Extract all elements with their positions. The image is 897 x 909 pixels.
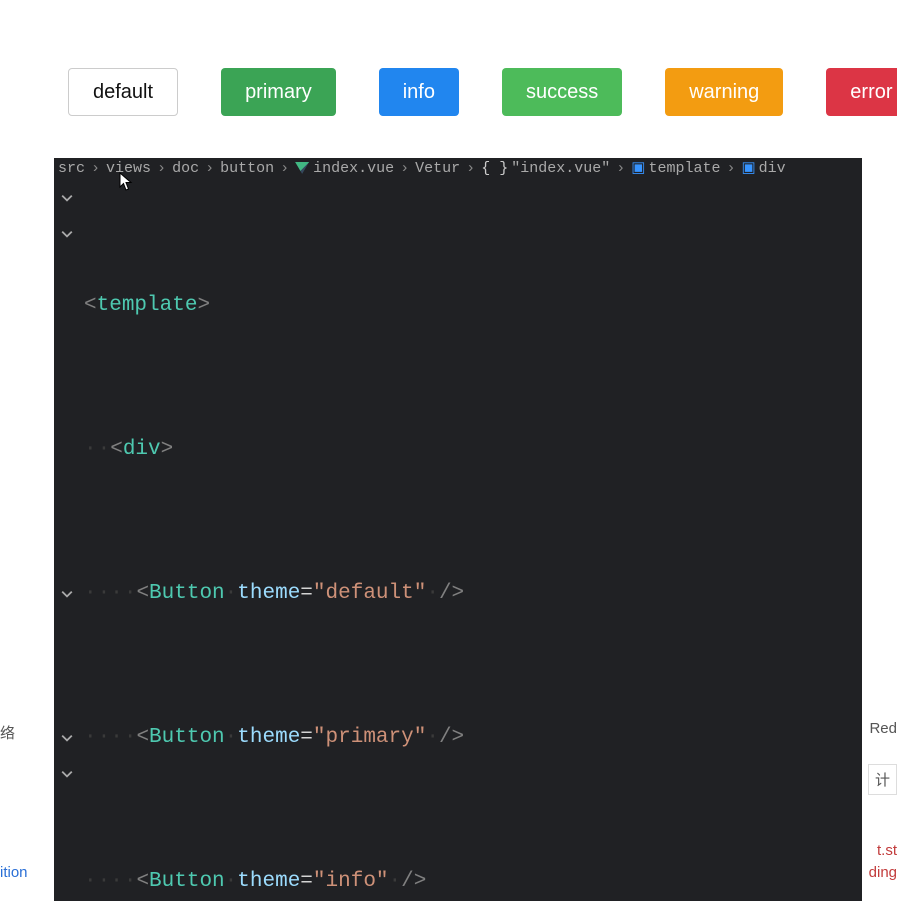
breadcrumb-item[interactable]: div <box>759 158 786 180</box>
breadcrumb-item[interactable]: views <box>106 158 151 180</box>
fold-icon[interactable] <box>54 756 80 792</box>
code-line[interactable]: ····<Button·theme="primary"·/> <box>84 720 862 756</box>
breadcrumb-item[interactable]: src <box>58 158 85 180</box>
info-button[interactable]: info <box>379 68 459 116</box>
button-row: default primary info success warning err… <box>0 0 897 116</box>
fold-gutter <box>54 180 80 792</box>
cube-icon: ▣ <box>741 158 755 180</box>
fold-icon[interactable] <box>54 576 80 612</box>
warning-button[interactable]: warning <box>665 68 783 116</box>
breadcrumb-item[interactable]: template <box>648 158 720 180</box>
edge-text: Red <box>869 720 897 737</box>
breadcrumb-item[interactable]: Vetur <box>415 158 460 180</box>
vue-icon <box>295 162 309 176</box>
code-line[interactable]: ··<div> <box>84 432 862 468</box>
edge-text: ding <box>869 864 897 881</box>
fold-icon[interactable] <box>54 180 80 216</box>
edge-text: 计 <box>868 764 897 795</box>
default-button[interactable]: default <box>68 68 178 116</box>
breadcrumb-file[interactable]: index.vue <box>313 158 394 180</box>
breadcrumb-item[interactable]: "index.vue" <box>511 158 610 180</box>
code-area[interactable]: <template> ··<div> ····<Button·theme="de… <box>84 180 862 901</box>
code-line[interactable]: ····<Button·theme="default"·/> <box>84 576 862 612</box>
breadcrumb-item[interactable]: doc <box>172 158 199 180</box>
error-button[interactable]: error <box>826 68 897 116</box>
braces-icon: { } <box>481 158 508 180</box>
primary-button[interactable]: primary <box>221 68 336 116</box>
cube-icon: ▣ <box>631 158 645 180</box>
edge-text: ition <box>0 864 28 881</box>
code-line[interactable]: <template> <box>84 288 862 324</box>
code-line[interactable]: ····<Button·theme="info"·/> <box>84 864 862 900</box>
edge-text: 络 <box>0 722 15 743</box>
success-button[interactable]: success <box>502 68 622 116</box>
fold-icon[interactable] <box>54 720 80 756</box>
breadcrumb-item[interactable]: button <box>220 158 274 180</box>
fold-icon[interactable] <box>54 216 80 252</box>
edge-text: t.st <box>877 842 897 859</box>
code-editor[interactable]: src› views› doc› button› index.vue› Vetu… <box>54 158 862 901</box>
breadcrumb[interactable]: src› views› doc› button› index.vue› Vetu… <box>54 158 862 180</box>
